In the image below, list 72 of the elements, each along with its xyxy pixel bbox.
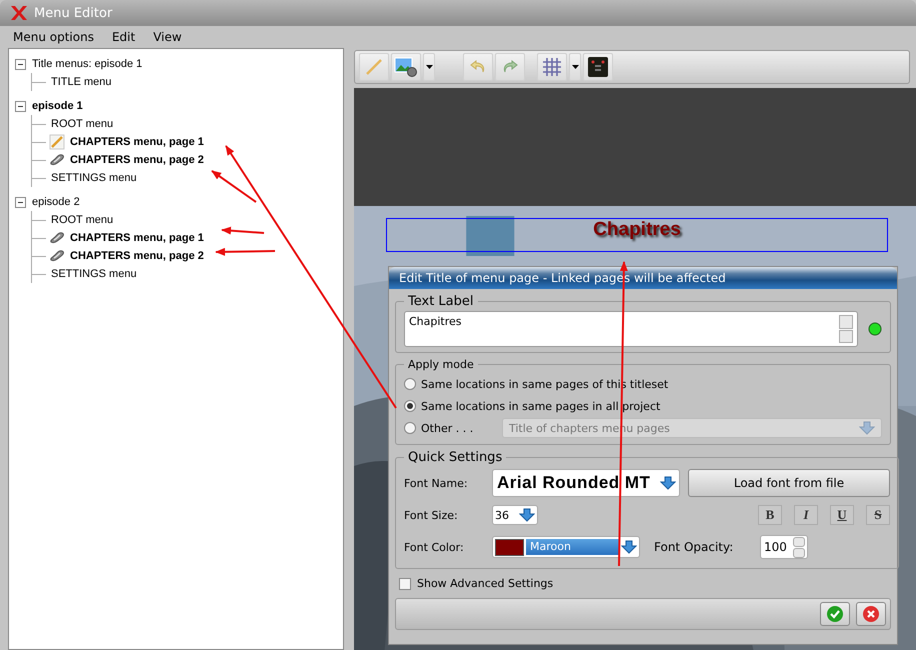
radio-label: Same locations in same pages in all project [421,400,660,412]
tree-item[interactable]: SETTINGS menu [49,268,139,280]
caret-icon [572,65,578,69]
dropdown-arrow-icon [621,540,637,554]
group-label: Quick Settings [407,450,504,465]
grid-button[interactable] [537,53,567,81]
remote-control-icon [586,55,610,79]
chain-link-icon [49,231,65,245]
app-logo-icon [10,5,28,21]
status-light-icon [868,322,882,336]
image-gear-icon [394,56,418,78]
dropdown-caret-button[interactable] [423,53,435,81]
collapse-toggle-icon[interactable] [15,58,26,70]
font-color-dropdown[interactable]: Maroon [492,536,640,558]
text-label-field[interactable]: Chapitres [404,311,858,347]
opacity-spinbox[interactable]: 100 [760,535,808,559]
bold-button[interactable]: B [758,505,782,525]
font-name-dropdown[interactable]: Arial Rounded MT [492,469,680,497]
menu-item[interactable]: Menu options [13,30,94,44]
group-label: Text Label [407,294,474,309]
italic-button[interactable]: I [794,505,818,525]
check-icon [826,605,844,623]
tree-item[interactable]: CHAPTERS menu, page 2 [68,250,206,262]
pencil-icon [49,134,65,150]
font-size-dropdown[interactable]: 36 [492,505,538,525]
dropdown-arrow-icon [859,421,875,435]
caret-icon [426,65,432,69]
field-label: Font Opacity: [654,540,734,554]
pencil-icon [364,57,384,77]
menu-item[interactable]: Edit [112,30,136,44]
menu-title-box[interactable]: Chapitres [386,218,888,252]
tree-item[interactable]: episode 1 [30,100,85,112]
radio-label: Other . . . [421,422,474,434]
field-label: Font Size: [404,508,459,522]
window-title: Menu Editor [34,6,112,20]
underline-button[interactable]: U [830,505,854,525]
strikethrough-button[interactable]: S [866,505,890,525]
cancel-button[interactable] [856,602,886,626]
load-font-button[interactable]: Load font from file [688,469,890,497]
collapse-toggle-icon[interactable] [15,100,26,112]
chain-link-icon [49,249,65,263]
dropdown-arrow-icon [519,508,535,522]
radio-button[interactable] [404,422,416,434]
field-label: Font Name: [404,476,469,490]
tree-item[interactable]: TITLE menu [49,76,114,88]
collapse-toggle-icon[interactable] [15,196,26,208]
tree-item[interactable]: CHAPTERS menu, page 1 [68,136,206,148]
tree-item[interactable]: SETTINGS menu [49,172,139,184]
group-label: Apply mode [407,358,475,371]
scroll-down-button[interactable] [839,330,853,343]
redo-button[interactable] [495,53,525,81]
ok-button[interactable] [820,602,850,626]
radio-button[interactable] [404,378,416,390]
image-settings-button[interactable] [391,53,421,81]
tree-item[interactable]: CHAPTERS menu, page 2 [68,154,206,166]
dropdown-caret-button[interactable] [569,53,581,81]
tree-item[interactable]: Title menus: episode 1 [30,58,144,70]
menu-item[interactable]: View [153,30,182,44]
dropdown-arrow-icon [660,476,676,490]
tree-item[interactable]: CHAPTERS menu, page 1 [68,232,206,244]
checkbox[interactable] [399,578,411,590]
grid-icon [541,56,563,78]
remote-control-button[interactable] [583,53,613,81]
chain-link-icon [49,153,65,167]
field-label: Font Color: [404,540,465,554]
tree-item[interactable]: episode 2 [30,196,82,208]
close-icon [862,605,880,623]
radio-button[interactable] [404,400,416,412]
tree-item[interactable]: ROOT menu [49,118,116,130]
menu-title-text: Chapitres [593,219,681,241]
tree-item[interactable]: ROOT menu [49,214,116,226]
checkbox-label: Show Advanced Settings [417,577,554,590]
